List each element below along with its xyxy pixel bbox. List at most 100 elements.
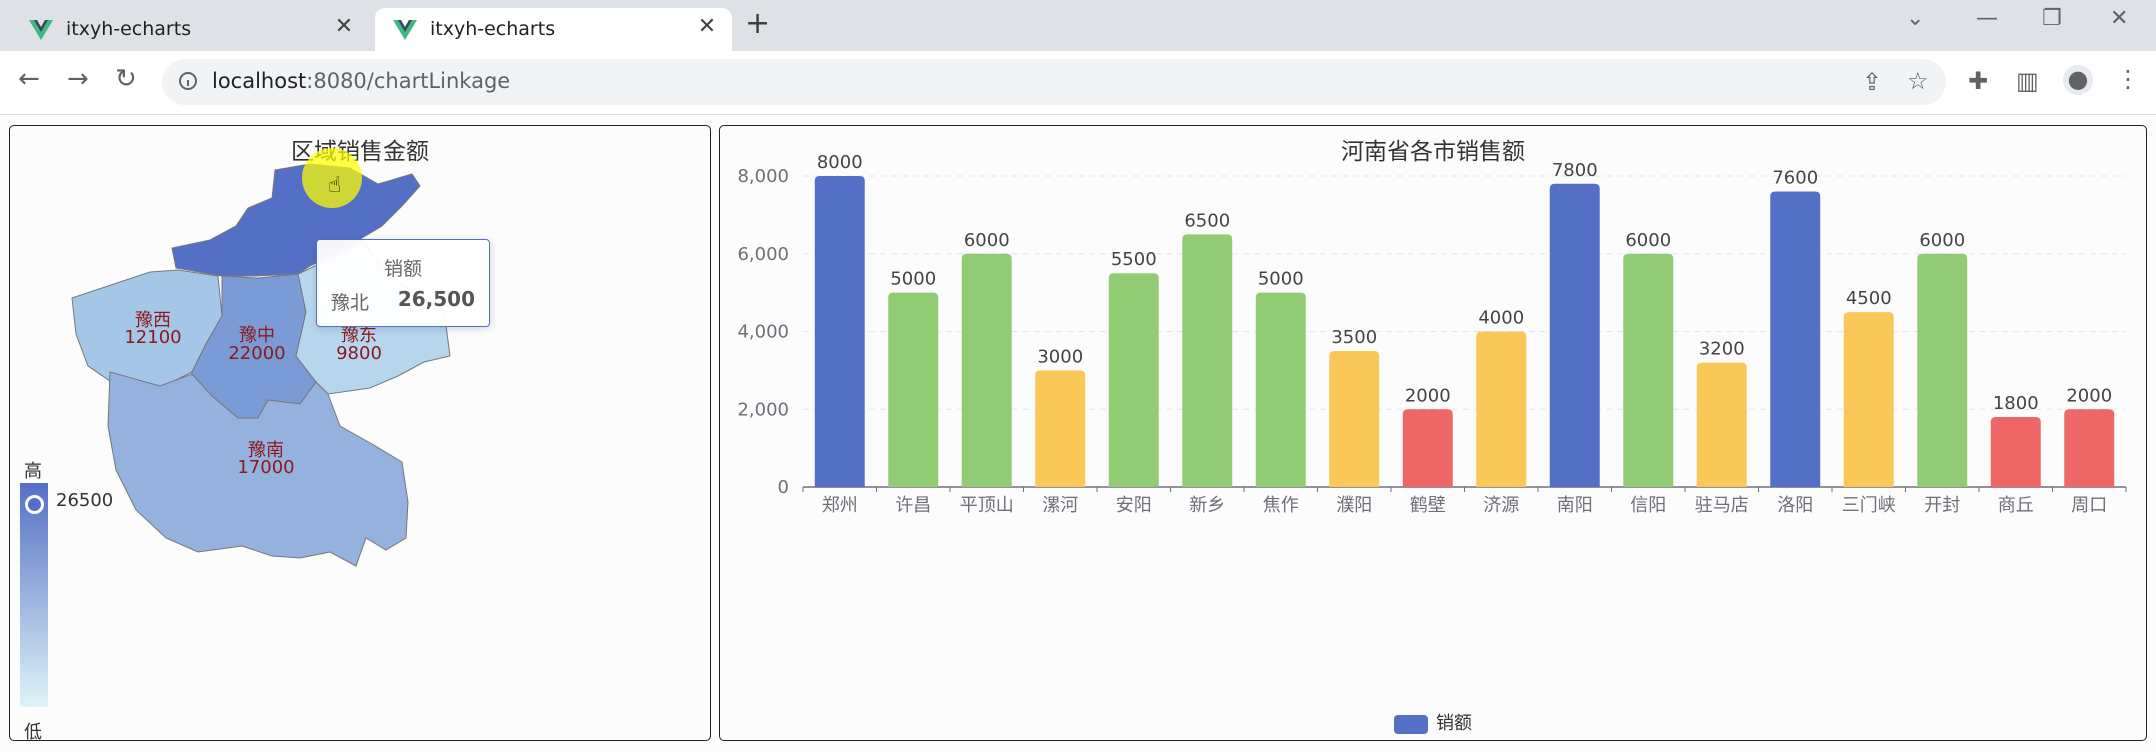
x-tick-label: 洛阳: [1777, 495, 1813, 516]
page-content: 区域销售金额 ☝ 豫西 12100 豫中 22000 豫东 9800 豫南 17…: [0, 115, 2156, 752]
bar-value-label: 5500: [1111, 249, 1157, 270]
tab-title: itxyh-echarts: [66, 18, 192, 40]
region-value-yuxi: 12100: [124, 327, 181, 348]
side-panel-icon[interactable]: ▥: [2016, 67, 2039, 95]
map-panel: 区域销售金额 ☝ 豫西 12100 豫中 22000 豫东 9800 豫南 17…: [9, 125, 711, 743]
profile-avatar-icon[interactable]: ●: [2063, 65, 2093, 95]
share-icon[interactable]: ⇪: [1862, 68, 1882, 96]
reload-icon[interactable]: ↻: [115, 64, 137, 94]
bar: [1917, 253, 1968, 487]
forward-icon[interactable]: →: [67, 64, 89, 94]
bar-value-label: 3000: [1037, 346, 1083, 367]
tab-inactive[interactable]: itxyh-echarts ✕: [11, 8, 369, 51]
url-text[interactable]: localhost:8080/chartLinkage: [212, 69, 510, 93]
menu-icon[interactable]: ⋮: [2116, 65, 2140, 93]
extensions-icon[interactable]: ✚: [1968, 67, 1988, 95]
bar: [1990, 417, 2041, 487]
bar: [1329, 350, 1380, 487]
x-tick-label: 济源: [1483, 495, 1519, 516]
bar: [1255, 292, 1306, 487]
bar-value-label: 1800: [1993, 393, 2039, 414]
x-tick-label: 安阳: [1116, 495, 1152, 516]
henan-map: ☝ 豫西 12100 豫中 22000 豫东 9800 豫南 17000: [71, 148, 451, 567]
y-tick-label: 0: [778, 477, 789, 498]
tab-close-icon[interactable]: ✕: [694, 14, 720, 39]
new-tab-icon[interactable]: +: [745, 6, 770, 41]
bar: [1549, 183, 1600, 487]
bar-value-label: 2000: [1405, 385, 1451, 406]
bar: [1623, 253, 1674, 487]
browser-toolbar: ← → ↻ localhost:8080/chartLinkage ⇪ ☆ ✚ …: [0, 51, 2156, 115]
visual-map-value: 26500: [56, 490, 114, 511]
visual-map-high-label: 高: [24, 461, 42, 482]
bar: [888, 292, 939, 487]
y-tick-label: 8,000: [737, 166, 789, 187]
tab-close-icon[interactable]: ✕: [331, 14, 357, 39]
x-tick-label: 漯河: [1042, 495, 1078, 516]
bar: [1035, 370, 1086, 487]
x-tick-label: 郑州: [822, 495, 858, 516]
x-tick-label: 南阳: [1557, 495, 1593, 516]
x-tick-label: 许昌: [895, 495, 931, 516]
bar: [961, 253, 1012, 487]
back-icon[interactable]: ←: [18, 64, 40, 94]
minimize-icon[interactable]: —: [1976, 6, 1998, 31]
bar-chart: 0 2,000 4,000 6,000 8,000 8000 郑州 5000 许昌 6000 平顶山…: [737, 152, 2127, 516]
tab-bar: itxyh-echarts ✕ itxyh-echarts ✕ + ⌄ — ❐ …: [0, 0, 2156, 51]
bar-value-label: 5000: [890, 269, 936, 290]
tab-title: itxyh-echarts: [430, 18, 556, 40]
x-tick-label: 鹤壁: [1410, 495, 1446, 516]
bar: [814, 176, 865, 487]
bar: [1843, 312, 1894, 487]
bar: [1770, 191, 1821, 488]
bar-value-label: 6000: [1625, 230, 1671, 251]
restore-icon[interactable]: ❐: [2042, 6, 2062, 31]
x-tick-label: 开封: [1924, 495, 1960, 516]
x-tick-label: 三门峡: [1842, 495, 1896, 516]
bar: [1696, 362, 1747, 487]
close-window-icon[interactable]: ✕: [2110, 6, 2128, 31]
bar: [1476, 331, 1527, 487]
vue-logo-icon: [393, 20, 417, 40]
bar-value-label: 6500: [1184, 210, 1230, 231]
bar: [1108, 273, 1159, 487]
x-tick-label: 焦作: [1263, 495, 1299, 516]
y-tick-label: 6,000: [737, 244, 789, 265]
bar-value-label: 4500: [1846, 288, 1892, 309]
x-tick-label: 新乡: [1189, 495, 1225, 516]
bar-value-label: 3200: [1699, 339, 1745, 360]
address-bar[interactable]: localhost:8080/chartLinkage ⇪ ☆: [162, 59, 1946, 105]
region-value-yudong: 9800: [336, 343, 382, 364]
visual-map-bar[interactable]: [20, 483, 48, 707]
bar-value-label: 8000: [817, 152, 863, 173]
bar-value-label: 4000: [1478, 308, 1524, 329]
vue-logo-icon: [29, 20, 53, 40]
bar: [1402, 409, 1453, 487]
y-tick-label: 4,000: [737, 322, 789, 343]
region-value-yunan: 17000: [237, 457, 294, 478]
chart-legend[interactable]: 销额: [720, 709, 2146, 735]
tab-search-icon[interactable]: ⌄: [1906, 6, 1924, 31]
x-tick-label: 周口: [2071, 495, 2107, 516]
x-tick-label: 平顶山: [960, 495, 1014, 516]
x-tick-label: 驻马店: [1695, 495, 1749, 516]
tooltip-name: 豫北: [331, 292, 370, 314]
x-tick-label: 信阳: [1630, 495, 1666, 516]
bookmark-star-icon[interactable]: ☆: [1907, 67, 1929, 95]
bar-value-label: 6000: [1919, 230, 1965, 251]
bar: [1182, 234, 1233, 487]
region-value-yuzhong: 22000: [228, 343, 285, 364]
visual-map-handle[interactable]: [25, 495, 44, 514]
tab-active[interactable]: itxyh-echarts ✕: [375, 8, 732, 51]
site-info-icon[interactable]: [179, 72, 197, 90]
tooltip-value: 26,500: [397, 287, 475, 311]
bar-value-label: 3500: [1331, 327, 1377, 348]
bar-value-label: 2000: [2066, 385, 2112, 406]
bar-value-label: 5000: [1258, 269, 1304, 290]
legend-label: 销额: [1436, 713, 1472, 734]
cursor-pointer-icon: ☝: [328, 173, 341, 198]
bar-value-label: 7800: [1552, 160, 1598, 181]
visual-map-low-label: 低: [24, 722, 42, 743]
x-tick-label: 商丘: [1998, 495, 2034, 516]
bar-chart-panel: 河南省各市销售额 0 2,000 4,000 6,000 8,000 8000 郑州 5000…: [719, 125, 2147, 741]
